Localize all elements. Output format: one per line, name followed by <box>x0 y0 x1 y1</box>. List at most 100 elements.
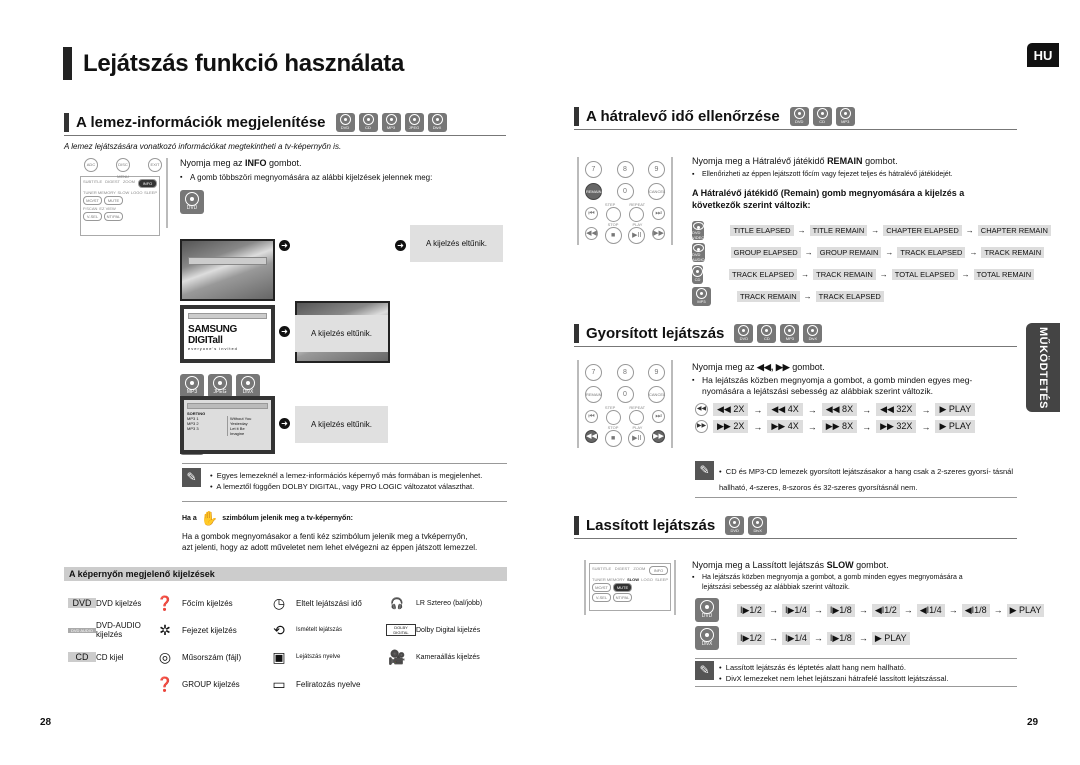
step-key <box>606 410 621 425</box>
bullet-item: Ellenőrizheti az éppen lejátszott főcím … <box>692 169 953 180</box>
remain-bullets: Ellenőrizheti az éppen lejátszott főcím … <box>692 169 953 180</box>
disc-badge-dvd: DVD <box>695 598 719 622</box>
hand-icon: ✋ <box>200 510 219 526</box>
step-chip: TRACK REMAIN <box>813 268 876 280</box>
remote-label: LOGO <box>641 577 653 582</box>
rewind-key: ◀◀ <box>585 227 598 240</box>
remote-label: ZOOM <box>633 566 646 571</box>
osd-bar <box>188 313 267 319</box>
info-button: INFO <box>137 179 157 188</box>
slow-button: MUTE <box>613 583 632 592</box>
step-chip: GROUP ELAPSED <box>730 246 801 258</box>
step-key <box>606 207 621 222</box>
cd-display-icon: CD <box>68 652 96 662</box>
legend-label: Fejezet kijelzés <box>182 625 237 635</box>
step-chip: TRACK ELAPSED <box>897 246 966 258</box>
disc-icon <box>408 114 420 125</box>
camera-angle-icon: 🎥 <box>388 648 406 665</box>
arrow-right-icon: ➜ <box>279 418 290 429</box>
disc-badge-dvd: DVD <box>180 190 204 214</box>
arrow-right-icon: ➜ <box>279 326 290 337</box>
disc-badge: DVD AUDIO <box>692 242 705 262</box>
disc-badge-mp3: MP3 <box>180 374 204 398</box>
speed-chip: I▶1/4 <box>781 631 810 645</box>
arrow-icon: → <box>807 404 817 415</box>
disc-badge: DVD VIDEO <box>692 220 705 240</box>
remain-row-mp3: MP3 TRACK REMAIN → TRACK ELAPSED <box>692 285 1022 307</box>
disc-badge-dvd: DVD <box>725 516 745 535</box>
speed-chip: ◀◀ 4X <box>767 403 803 416</box>
speed-chip: ▶ PLAY <box>935 403 976 416</box>
step-chip: CHAPTER REMAIN <box>977 224 1051 236</box>
tv-screen-cd: SAMSUNG DIGITall everyone's invited <box>180 305 275 363</box>
note-item: • A lemeztől függően DOLBY DIGITAL, vagy… <box>210 482 475 491</box>
section-bar <box>574 516 579 535</box>
note-item: • DivX lemezeket nem lehet lejátszani há… <box>719 674 949 683</box>
headphones-lr-icon: 🎧 <box>390 597 404 610</box>
divider <box>182 501 507 502</box>
note-item: • Lassított lejátszás és léptetés alatt … <box>719 663 906 672</box>
legend-label: Ismételt lejátszás <box>296 627 343 633</box>
audio-language-icon: ▣ <box>272 648 286 665</box>
legend-label: Kameraállás kijelzés <box>416 653 480 661</box>
section-bar <box>574 107 579 126</box>
legend-label: DVD kijelzés <box>96 598 142 608</box>
arrow-icon: → <box>804 247 813 257</box>
arrow-icon: → <box>753 404 763 415</box>
arrow-icon: → <box>768 633 778 643</box>
speed-chip: I▶1/8 <box>826 631 855 645</box>
section-disc-info-header: A lemez-információk megjelenítése DVD CD… <box>64 113 506 136</box>
disc-icon <box>339 114 351 125</box>
remote-key: 0 <box>616 183 634 200</box>
section-title: A hátralevő idő ellenőrzése <box>586 108 780 125</box>
divider <box>182 463 507 464</box>
speed-chip: I▶1/8 <box>826 603 855 617</box>
disc-icon <box>793 108 805 119</box>
disc-icon <box>729 517 741 528</box>
arrow-icon: → <box>858 633 868 643</box>
title-icon: ❓ <box>156 594 174 611</box>
remote-key: 7 <box>585 161 602 178</box>
speed-chip: ▶ PLAY <box>935 420 976 433</box>
speed-chip: ◀I1/8 <box>961 603 990 617</box>
disc-badges: DVD CD MP3 JPEG DivX <box>335 113 447 132</box>
remote-label: SUBTITLE <box>83 179 103 184</box>
step-chip: TRACK REMAIN <box>737 290 800 302</box>
step-chip: TRACK ELAPSED <box>729 268 798 280</box>
side-tab: MŰKÖDTETÉS <box>1026 323 1060 412</box>
remote-key: CANCEL <box>648 386 665 403</box>
fast-note: • CD és MP3-CD lemezek gyorsított lejáts… <box>719 467 1013 492</box>
disc-badge-jpeg: JPEG <box>404 113 424 132</box>
group-icon: ❓ <box>156 675 174 692</box>
remote-btn: NT/PAL <box>613 593 632 602</box>
disc-icon <box>241 376 255 390</box>
legend-label: DVD-AUDIO kijelzés <box>96 621 141 639</box>
info-instruction: Nyomja meg az INFO gombot. <box>180 158 302 168</box>
legend-label: LR Sztereo (bal/jobb) <box>416 599 483 607</box>
info-key-name: INFO <box>245 158 267 168</box>
disc-badge-divx: DivX <box>236 374 260 398</box>
pencil-note-icon: ✎ <box>695 461 714 480</box>
disc-icon <box>807 325 819 336</box>
legend-label: CD kijel <box>96 652 124 662</box>
slow-sequence-divx: DivX I▶1/2 → I▶1/4 → I▶1/8 → ▶ PLAY <box>695 626 910 650</box>
remote-key: ADC <box>84 158 98 172</box>
disc-badge-dvd: DVD <box>734 324 754 343</box>
speed-chip: ◀◀ 8X <box>821 403 858 416</box>
slow-sequence-dvd: DVD I▶1/2 → I▶1/4 → I▶1/8 → ◀I1/2 → ◀I1/4 → ◀… <box>695 598 1045 622</box>
arrow-icon: → <box>768 605 778 615</box>
remote-key: REMAIN <box>585 386 602 403</box>
slow-bullets: Ha lejátszás közben megnyomja a gombot, … <box>692 573 992 593</box>
pencil-note-icon: ✎ <box>182 468 201 487</box>
remote-key: DISC MENU <box>116 158 130 179</box>
disc-icon <box>185 192 199 206</box>
remote-label: SUBTITLE <box>592 566 612 571</box>
disc-badge: CD <box>692 264 703 284</box>
legend-label: Főcím kijelzés <box>182 598 233 608</box>
section-bar <box>574 324 579 343</box>
remote-label: TUNER MEMORY <box>83 190 116 195</box>
remote-control-fast: 789 REMAIN 0 CANCEL STEP REPEAT ⏮ ⏭ STOP PLAY… <box>577 360 673 448</box>
fastforward-key: ▶▶ <box>651 227 665 240</box>
remain-subhead: A Hátralévő játékidő (Remain) gomb megny… <box>692 188 965 210</box>
clock-icon: ◷ <box>272 594 286 611</box>
